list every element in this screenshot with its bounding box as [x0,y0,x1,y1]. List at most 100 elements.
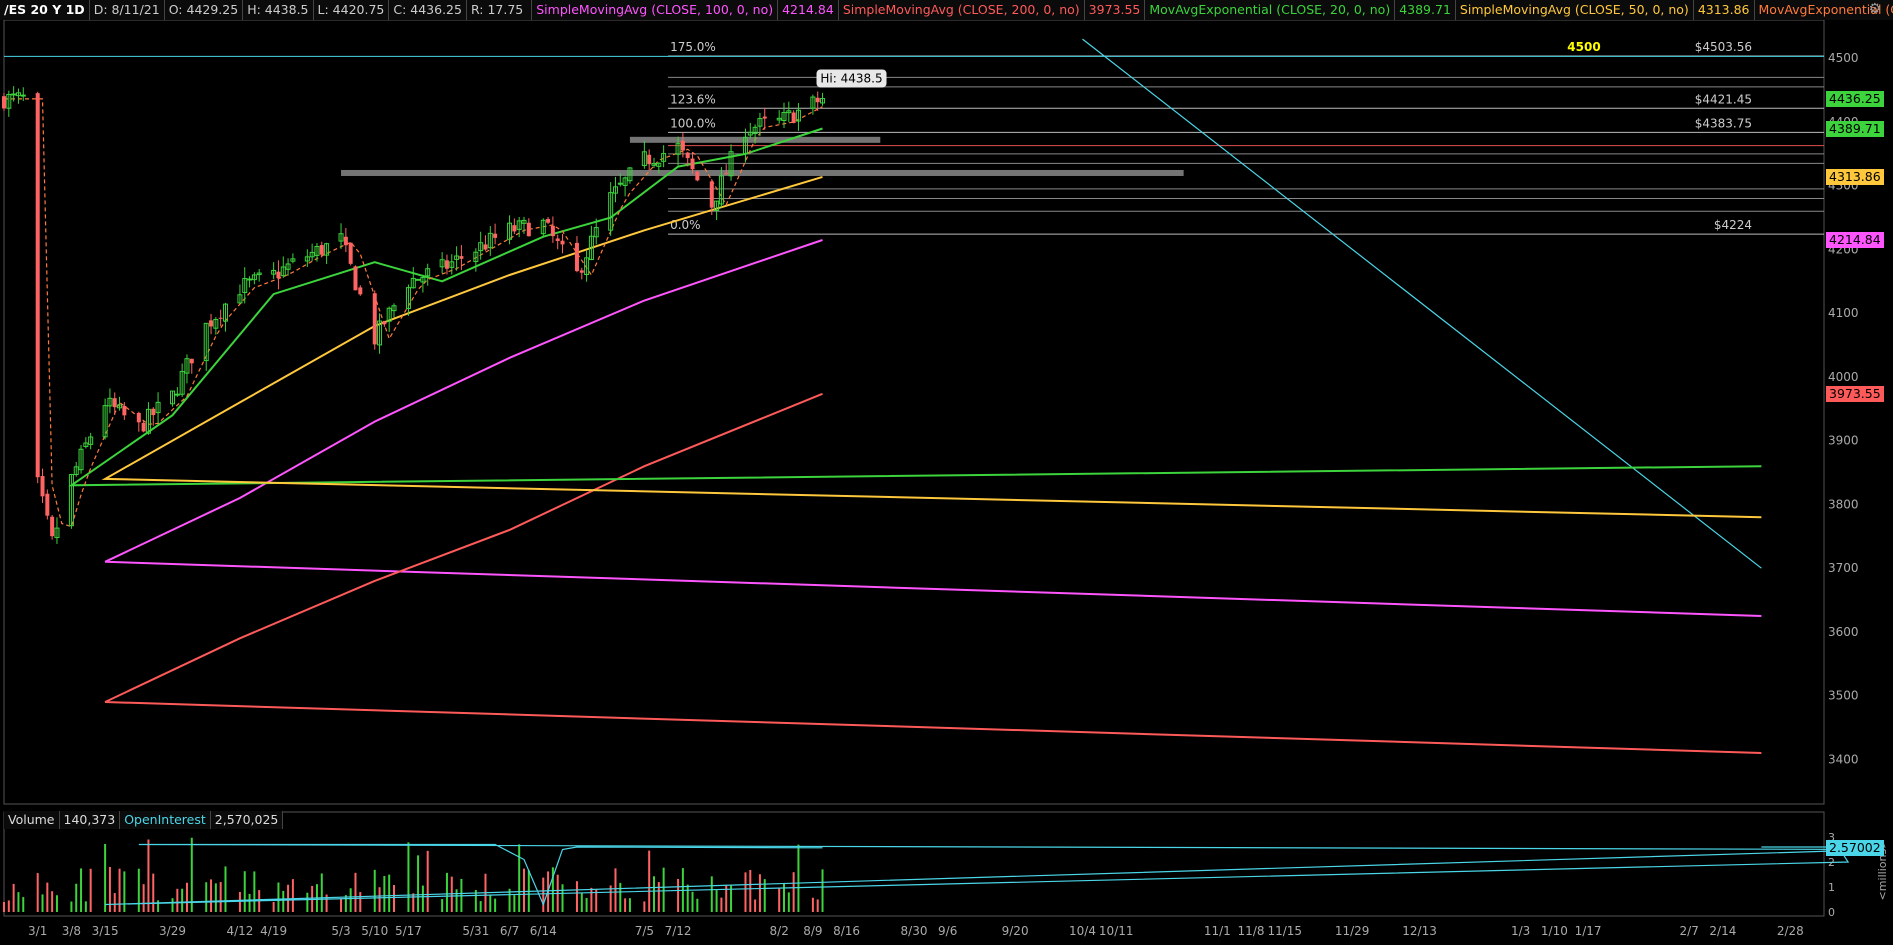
moving-average-line-0 [104,239,1762,617]
candle-body-down [546,219,551,223]
candle-body-down [459,256,464,259]
close-label: C: 4436.25 [388,0,466,20]
fib-price-label: $4224 [1714,218,1752,232]
candle-body-down [319,245,324,255]
study-name-2[interactable]: MovAvgExponential (CLOSE, 20, 0, no) [1144,0,1394,20]
candle-body-up [20,94,26,97]
candle-body-up [247,278,253,281]
candle-body-down [709,181,714,208]
candle-body-up [415,278,421,281]
y-tick-label: 4100 [1828,306,1859,320]
candle-body-down [358,287,363,295]
moving-average-line-3 [101,175,1762,519]
y-tick-label: 3800 [1828,497,1859,511]
fib-level-label: 175.0% [670,40,716,54]
fib-level-label: 100.0% [670,116,716,130]
x-tick-label: 3/15 [92,924,119,938]
y-tick-label: 3700 [1828,561,1859,575]
study-value-1: 3973.55 [1083,0,1145,20]
candle-body-down [276,271,281,278]
low-label: L: 4420.75 [312,0,389,20]
x-tick-label: 11/29 [1335,924,1370,938]
candle-body-down [526,222,531,237]
axis-price-label-2: 4313.86 [1826,168,1884,185]
y-tick-label: 3600 [1828,625,1859,639]
x-tick-label: 3/8 [62,924,81,938]
moving-average-line-2 [68,127,1762,487]
study-name-3[interactable]: SimpleMovingAvg (CLOSE, 50, 0, no) [1454,0,1693,20]
grey-zone [341,169,1184,176]
candle-body-down [560,240,565,245]
fib-price-label: $4503.56 [1695,40,1752,54]
axis-price-label-4: 3973.55 [1826,385,1884,402]
candle-body-down [550,225,555,237]
candle-body-down [382,321,387,325]
axis-price-label-0: 4436.25 [1826,90,1884,107]
y-tick-label: 4000 [1828,370,1859,384]
moving-average-line-1 [104,392,1762,754]
candle-body-down [151,408,156,416]
candle-body-down [122,405,127,416]
chart-canvas[interactable]: 3400350036003700380039004000410042004300… [0,0,1893,945]
symbol-label[interactable]: /ES 20 Y 1D [0,0,89,20]
y-tick-label: 3500 [1828,689,1859,703]
oi-label: OpenInterest [120,811,211,829]
volume-header: Volume 140,373 OpenInterest 2,570,025 [4,811,284,829]
candle-body-down [647,154,652,165]
candle-body-down [2,96,6,109]
candle-body-down [512,225,517,232]
x-tick-label: 5/3 [331,924,350,938]
candle-body-down [141,422,146,432]
candle-body-down [680,140,685,151]
study-name-0[interactable]: SimpleMovingAvg (CLOSE, 100, 0, no) [531,0,777,20]
high-label: H: 4438.5 [242,0,312,20]
x-tick-label: 11/8 [1238,924,1265,938]
candle-body-down [343,236,348,246]
study-name-1[interactable]: SimpleMovingAvg (CLOSE, 200, 0, no) [837,0,1084,20]
x-tick-label: 8/16 [833,924,860,938]
x-tick-label: 8/9 [803,924,822,938]
candle-body-down [791,112,796,124]
candle-body-down [579,270,584,273]
x-tick-label: 5/17 [395,924,422,938]
x-tick-label: 6/14 [530,924,557,938]
settings-icon[interactable]: ⚙ [1868,1,1881,17]
candle-body-down [45,493,50,516]
price-panel-frame [3,19,1825,805]
candle-body-down [136,412,141,423]
x-tick-label: 5/31 [462,924,489,938]
x-tick-label: 6/7 [500,924,519,938]
candle-body-up [11,93,17,96]
x-tick-label: 2/7 [1680,924,1699,938]
open-label: O: 4429.25 [163,0,243,20]
open-interest-line [105,843,1882,907]
volume-y-tick: 1 [1828,881,1835,894]
x-tick-label: 12/13 [1402,924,1437,938]
axis-price-label-3: 4214.84 [1826,232,1884,248]
x-tick-label: 7/5 [635,924,654,938]
candle-body-down [348,242,353,264]
candle-body-down [685,152,690,159]
x-tick-label: 5/10 [361,924,388,938]
volume-y-tick: 2 [1828,856,1835,869]
candle-body-down [209,320,214,327]
candle-body-down [695,171,700,181]
x-tick-label: 7/12 [665,924,692,938]
candle-body-down [50,516,55,537]
volume-label: Volume [4,811,60,829]
x-tick-label: 4/12 [226,924,253,938]
x-tick-label: 11/15 [1267,924,1302,938]
y-tick-label: 3400 [1828,752,1859,766]
study-value-2: 4389.71 [1394,0,1455,20]
candle-body-down [690,158,695,170]
candle-body-down [574,242,579,272]
candle-body-down [353,266,358,291]
chart-header: /ES 20 Y 1D D: 8/11/21 O: 4429.25 H: 4438.5… [0,0,1893,20]
fib-price-label: $4421.45 [1695,92,1752,106]
study-value-3: 4313.86 [1692,0,1754,20]
candle-body-down [815,97,820,103]
x-tick-label: 10/4 [1069,924,1096,938]
x-tick-label: 4/19 [260,924,287,938]
oi-last-label: 2.57002 [1826,839,1884,856]
date-label: D: 8/11/21 [88,0,164,20]
